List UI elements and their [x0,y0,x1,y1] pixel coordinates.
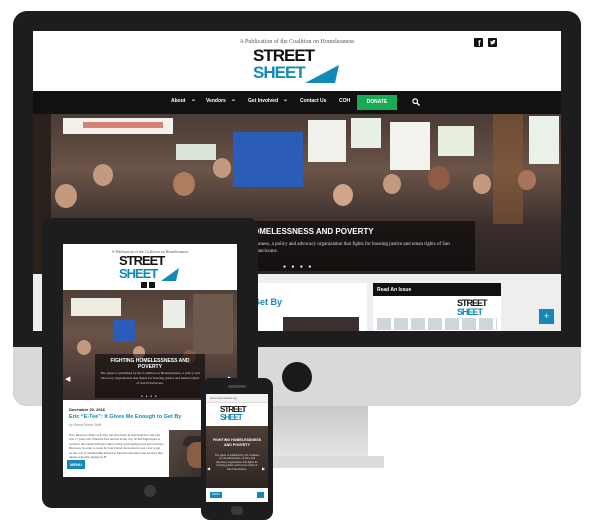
chevron-down-icon: ⌄ [191,97,197,103]
phone-url: www.streetsheet.org [210,396,238,400]
twitter-icon[interactable] [487,38,497,47]
expand-plus-button[interactable]: + [539,309,554,324]
nav-contact-us[interactable]: Contact Us [300,98,326,104]
desktop-hero-text: lessness, a policy and advocacy organiza… [253,242,450,254]
logo-arrow-mark [161,268,179,281]
desktop-social-icons: f [474,38,497,50]
slider-prev-arrow-icon[interactable]: ◀ [207,466,210,471]
slider-next-arrow-icon[interactable]: ▶ [262,466,265,471]
tablet-home-button [144,485,156,497]
desktop-nav-bar: About ⌄ Vendors ⌄ Get Involved ⌄ Contact… [33,91,561,114]
facebook-icon[interactable]: f [474,38,483,48]
tablet-slider-dots[interactable]: ● ● ● ● [141,394,158,398]
tablet-street-sheet-logo[interactable]: STREET SHEET [119,254,189,284]
donate-button[interactable]: DONATE [357,95,397,110]
tablet-logo-bottom: SHEET [119,266,158,281]
read-an-issue-heading: Read An Issue [373,283,501,296]
nav-about[interactable]: About [171,98,185,104]
slider-dots[interactable]: ● ● ● ● [283,264,313,270]
monitor-logo-button [282,362,312,392]
tablet-post-date: December 20, 2016 [69,407,106,412]
nav-get-involved[interactable]: Get Involved [248,98,278,104]
chevron-down-icon: ⌄ [231,97,237,103]
logo-top-text: STREET [253,46,315,65]
phone-screen: www.streetsheet.org STREET SHEET FIGHTIN… [206,394,268,502]
twitter-icon[interactable] [148,282,155,288]
chevron-down-icon: ⌄ [283,97,289,103]
phone-home-button [231,506,243,515]
nav-vendors[interactable]: Vendors [206,98,226,104]
issue-thumbnail[interactable]: STREET SHEET [373,296,501,331]
phone-plus-button[interactable] [257,492,264,498]
issue-logo-bottom: SHEET [457,307,483,317]
logo-bottom-text: SHEET [253,63,306,82]
tablet-social-icons [141,282,155,290]
desktop-hero-title: OMELESSNESS AND POVERTY [253,227,374,236]
tablet-post-title[interactable]: Eric “E-Tee”: It Gives Me Enough to Get … [69,414,199,420]
phone-menu-button[interactable]: MENU [210,492,222,498]
phone-address-bar[interactable]: www.streetsheet.org [206,394,268,403]
svg-text:f: f [478,39,481,47]
logo-arrow-mark [305,65,339,83]
slider-prev-arrow-icon[interactable]: ◀ [65,375,70,383]
tablet-menu-button[interactable]: MENU [67,460,85,469]
nav-coh[interactable]: COH [339,98,350,104]
tablet-post-author: by Street Sheet Staff [69,423,102,427]
phone-speaker [228,385,246,388]
phone-street-sheet-logo[interactable]: STREET SHEET [220,406,256,428]
tablet-hero-title: FIGHTING HOMELESSNESS AND POVERTY [110,358,190,370]
search-icon[interactable] [412,98,420,106]
phone-hero-title: FIGHTING HOMELESSNESS AND POVERTY [212,438,262,447]
facebook-icon[interactable] [141,282,147,288]
desktop-street-sheet-logo[interactable]: STREET SHEET [247,47,347,87]
phone-hero-text: The paper is published by the Coalition … [214,454,260,471]
tablet-hero-text: The paper is published by the Coalition … [100,371,200,385]
phone-logo-bottom: SHEET [220,413,243,422]
tablet-post-excerpt: Eric, known to many as E-Tee, has lived … [69,433,164,459]
desktop-feature-image [283,317,359,331]
